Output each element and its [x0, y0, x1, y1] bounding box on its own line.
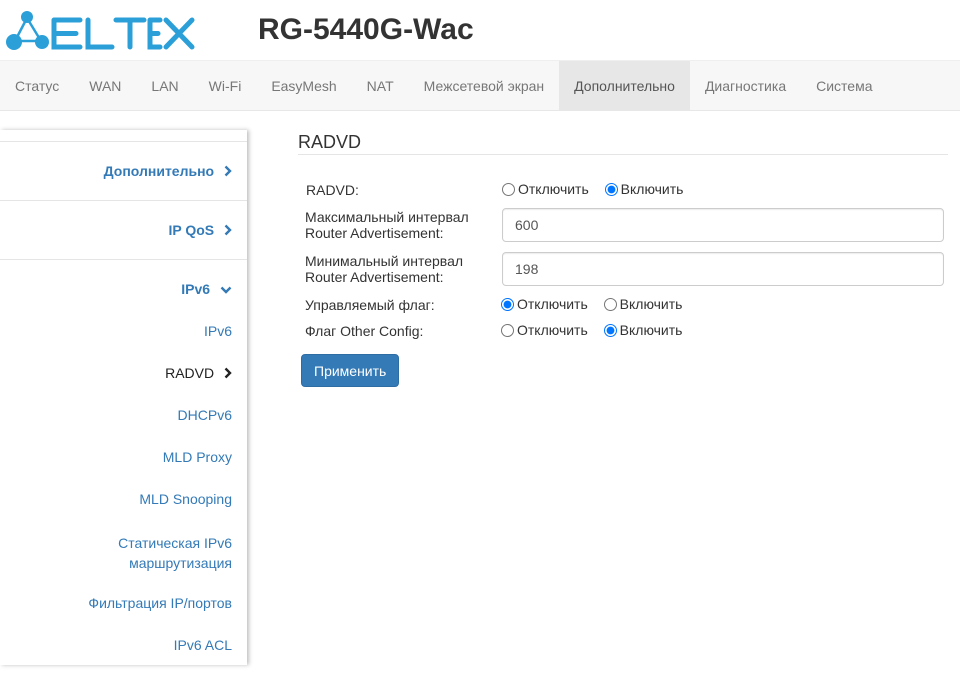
managed-flag-row: Управляемый флаг: Отключить Включить	[305, 296, 945, 314]
max-interval-row: Максимальный интервал Router Advertiseme…	[305, 208, 945, 242]
min-interval-row: Минимальный интервал Router Advertisemen…	[305, 252, 945, 286]
managed-flag-on-label: Включить	[619, 296, 683, 312]
tab-nat[interactable]: NAT	[352, 61, 409, 111]
tab-lan[interactable]: LAN	[136, 61, 193, 111]
sidebar-item-static-ipv6-routing[interactable]: Статическая IPv6 маршрутизация	[118, 533, 232, 573]
max-interval-label-line1: Максимальный интервал	[305, 209, 469, 225]
radvd-off-label: Отключить	[518, 181, 589, 197]
managed-flag-on-radio[interactable]	[603, 297, 617, 311]
sidebar-section-ipv6[interactable]: IPv6	[181, 281, 232, 298]
top-nav: Статус WAN LAN Wi-Fi EasyMesh NAT Межсет…	[0, 60, 960, 111]
other-config-flag-radio-group: Отключить Включить	[501, 322, 694, 340]
chevron-right-icon	[224, 223, 232, 239]
managed-flag-off-option[interactable]: Отключить	[501, 296, 588, 312]
other-config-flag-row: Флаг Other Config: Отключить Включить	[305, 322, 945, 340]
sidebar-section-label: Дополнительно	[103, 163, 215, 179]
tab-system[interactable]: Система	[801, 61, 887, 111]
tab-firewall[interactable]: Межсетевой экран	[409, 61, 560, 111]
other-config-flag-label: Флаг Other Config:	[305, 323, 424, 339]
sidebar-section-label: IP QoS	[168, 222, 215, 238]
sidebar-item-mld-snooping[interactable]: MLD Snooping	[139, 491, 232, 507]
sidebar-item-ipv6-acl[interactable]: IPv6 ACL	[174, 637, 232, 653]
other-config-flag-on-radio[interactable]	[603, 323, 617, 337]
radvd-on-label: Включить	[620, 181, 684, 197]
min-interval-label-line1: Минимальный интервал	[305, 253, 464, 269]
radvd-label: RADVD:	[306, 182, 359, 198]
apply-button[interactable]: Применить	[301, 354, 400, 387]
page-title: RADVD	[298, 130, 948, 155]
sidebar-divider	[0, 259, 247, 260]
other-config-flag-off-label: Отключить	[517, 322, 588, 338]
main-content: RADVD RADVD: Отключить Включить Максимал…	[298, 130, 948, 387]
chevron-down-icon	[220, 282, 232, 298]
device-model-title: RG-5440G-Wac	[258, 13, 474, 46]
radvd-on-option[interactable]: Включить	[604, 181, 684, 197]
managed-flag-off-label: Отключить	[517, 296, 588, 312]
radvd-off-radio[interactable]	[502, 182, 515, 196]
radvd-off-option[interactable]: Отключить	[502, 181, 589, 197]
min-interval-input[interactable]	[502, 252, 944, 286]
sidebar-item-ipv6[interactable]: IPv6	[204, 323, 232, 339]
other-config-flag-on-option[interactable]: Включить	[603, 322, 683, 338]
tab-wifi[interactable]: Wi-Fi	[194, 61, 257, 111]
radvd-row: RADVD: Отключить Включить	[305, 181, 945, 199]
sidebar-divider	[0, 141, 247, 142]
sidebar-item-mld-proxy[interactable]: MLD Proxy	[163, 449, 232, 465]
max-interval-label-line2: Router Advertisement:	[305, 225, 444, 241]
sidebar-section-ip-qos[interactable]: IP QoS	[168, 222, 232, 239]
managed-flag-on-option[interactable]: Включить	[603, 296, 683, 312]
managed-flag-label: Управляемый флаг:	[305, 297, 435, 313]
sidebar-section-label: IPv6	[181, 281, 211, 297]
sidebar-divider	[0, 200, 247, 201]
tab-status[interactable]: Статус	[0, 61, 74, 111]
min-interval-label-line2: Router Advertisement:	[305, 269, 444, 285]
other-config-flag-off-option[interactable]: Отключить	[501, 322, 588, 338]
radvd-radio-group: Отключить Включить	[502, 181, 695, 199]
sidebar-item-label: Статическая IPv6	[118, 535, 232, 551]
chevron-right-icon	[224, 366, 232, 382]
sidebar-section-advanced[interactable]: Дополнительно	[104, 163, 232, 180]
tab-diagnostics[interactable]: Диагностика	[690, 61, 801, 111]
eltex-logo-graphic	[6, 11, 195, 50]
eltex-logo[interactable]	[6, 10, 196, 55]
chevron-right-icon	[224, 164, 232, 180]
tab-advanced[interactable]: Дополнительно	[559, 61, 690, 111]
sidebar-item-label: RADVD	[165, 365, 215, 381]
sidebar: Дополнительно IP QoS IPv6 IPv6 RADVD DHC…	[0, 130, 247, 665]
managed-flag-off-radio[interactable]	[501, 297, 514, 311]
managed-flag-radio-group: Отключить Включить	[501, 296, 694, 314]
other-config-flag-on-label: Включить	[619, 322, 683, 338]
sidebar-item-label: маршрутизация	[129, 555, 232, 571]
tab-wan[interactable]: WAN	[74, 61, 136, 111]
sidebar-item-ip-port-filtering[interactable]: Фильтрация IP/портов	[88, 595, 232, 611]
header: RG-5440G-Wac	[0, 0, 960, 60]
tab-easymesh[interactable]: EasyMesh	[256, 61, 351, 111]
max-interval-input[interactable]	[502, 208, 944, 242]
radvd-on-radio[interactable]	[604, 182, 618, 196]
max-interval-label: Максимальный интервал Router Advertiseme…	[305, 209, 469, 241]
sidebar-item-radvd[interactable]: RADVD	[165, 365, 232, 382]
min-interval-label: Минимальный интервал Router Advertisemen…	[305, 253, 463, 285]
sidebar-item-dhcpv6[interactable]: DHCPv6	[178, 407, 232, 423]
other-config-flag-off-radio[interactable]	[501, 323, 514, 337]
